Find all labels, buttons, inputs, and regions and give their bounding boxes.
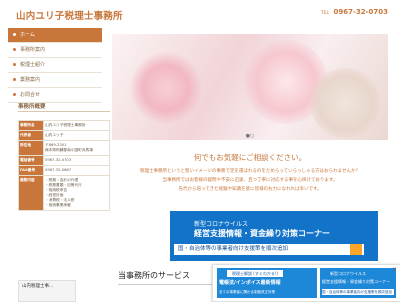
info-value: 山内ユリ子: [43, 130, 110, 141]
nav-item-office[interactable]: 事務所案内: [8, 43, 102, 58]
banner-title: 経営支援情報・資金繰り対策コーナー: [194, 229, 330, 238]
table-row: 事務所名 山内ユリ子税理士事務所: [18, 120, 110, 131]
intro-section: 何でもお気軽にご相談ください。 税理士事務所というと堅いイメージの事務で足を運ば…: [112, 152, 388, 194]
info-value: ・税務・会計の代理 ・税務書類・記帳代行 ・相続税申告 ・経営計画 ・消費税・法…: [43, 175, 110, 211]
table-row: FAX番号 0967-32-0867: [18, 165, 110, 176]
intro-line: 当事務所ではお客様の疑問や不安に迅速、且つ丁寧に対応する事を心掛けております。: [162, 178, 338, 183]
bullet-icon: [13, 93, 16, 96]
info-value: 0967-32-0703: [43, 155, 110, 166]
banner-cta[interactable]: 国・自治体等の事業者向け支援策を順次追加: [174, 244, 364, 255]
intro-headline: 何でもお気軽にご相談ください。: [193, 153, 307, 162]
office-summary-heading: 事務所概要: [18, 104, 46, 110]
info-value: 0967-32-0867: [43, 165, 110, 176]
info-key: 電話番号: [18, 155, 44, 166]
table-row: 業務内容 ・税務・会計の代理 ・税務書類・記帳代行 ・相続税申告 ・経営計画 ・消…: [18, 175, 110, 211]
bullet-icon: [13, 48, 16, 51]
info-key: 業務内容: [18, 175, 44, 211]
info-key: 所在地: [18, 140, 44, 156]
popup-title: 経営支援情報・資金繰り対策コーナー: [322, 279, 390, 284]
hero-image: [112, 34, 388, 140]
sidebar-nav: ホーム 事務所案内 税理士紹介 業務案内 お問合せ: [8, 28, 102, 103]
popup-cta: 国・自治体等の事業者向け支援策を順次追加: [322, 289, 394, 295]
nav-item-contact[interactable]: お問合せ: [8, 88, 102, 103]
sidebar-map-box[interactable]: 山内税理士事...: [18, 280, 76, 302]
sidebar-box-title: 山内税理士事...: [22, 284, 54, 289]
arrow-right-icon: [350, 244, 362, 255]
nav-label: 業務案内: [20, 77, 41, 83]
carousel-dots[interactable]: ●○: [112, 133, 388, 139]
table-row: 電話番号 0967-32-0703: [18, 155, 110, 166]
tel-label: TEL: [320, 11, 330, 16]
popup-subtitle: 新型コロナウイルス: [330, 271, 366, 276]
info-value: 〒869-2301 熊本県阿蘇郡南小国町赤馬場: [43, 140, 110, 156]
flower-decoration: [310, 68, 380, 138]
floating-banner-popup: 税理士解説 (すぐわかる!) 電帳法/インボイス最新情報 全ての事業者に関わる制…: [212, 264, 400, 302]
tel-number: 0967-32-0703: [333, 8, 388, 16]
nav-item-home[interactable]: ホーム: [8, 28, 102, 43]
covid-support-banner[interactable]: 新型コロナウイルス 経営支援情報・資金繰り対策コーナー 国・自治体等の事業者向け…: [170, 211, 378, 261]
nav-label: ホーム: [20, 32, 35, 38]
flower-decoration: [130, 52, 202, 124]
site-title[interactable]: 山内ユリ子税理士事務所: [16, 8, 123, 22]
popup-subtitle: 全ての事業者に関わる制度改正対策: [219, 290, 275, 294]
banner-subtitle: 新型コロナウイルス: [194, 221, 249, 228]
nav-item-services[interactable]: 業務案内: [8, 73, 102, 88]
office-info-table: 事務所名 山内ユリ子税理士事務所 代表者 山内ユリ子 所在地 〒869-2301 熊本…: [18, 120, 110, 211]
nav-label: 事務所案内: [20, 47, 46, 53]
bullet-icon: [13, 78, 16, 81]
table-row: 所在地 〒869-2301 熊本県阿蘇郡南小国町赤馬場: [18, 140, 110, 156]
site-header: 山内ユリ子税理士事務所 TEL 0967-32-0703: [0, 0, 400, 26]
nav-label: 税理士紹介: [20, 62, 46, 68]
services-heading: 当事務所のサービス: [118, 271, 190, 280]
info-key: FAX番号: [18, 165, 44, 176]
info-key: 事務所名: [18, 120, 44, 131]
close-icon[interactable]: ×: [392, 267, 398, 273]
popup-banner-covid[interactable]: 新型コロナウイルス 経営支援情報・資金繰り対策コーナー 国・自治体等の事業者向け…: [320, 268, 396, 298]
nav-item-accountant[interactable]: 税理士紹介: [8, 58, 102, 73]
info-key: 代表者: [18, 130, 44, 141]
popup-banner-invoice[interactable]: 税理士解説 (すぐわかる!) 電帳法/インボイス最新情報 全ての事業者に関わる制…: [217, 268, 317, 298]
info-value: 山内ユリ子税理士事務所: [43, 120, 110, 131]
phone-number[interactable]: TEL 0967-32-0703: [321, 8, 388, 16]
bullet-icon: [13, 33, 16, 36]
table-row: 代表者 山内ユリ子: [18, 130, 110, 141]
popup-badge: 税理士解説 (すぐわかる!): [227, 270, 283, 277]
divider: [18, 111, 110, 112]
banner-cta-label: 国・自治体等の事業者向け支援策を順次追加: [178, 246, 289, 252]
bullet-icon: [13, 63, 16, 66]
nav-label: お問合せ: [20, 92, 41, 98]
intro-line: 税理士事務所というと堅いイメージの事務で足を運ばれるのをためらっていらっしゃる方…: [139, 169, 361, 174]
intro-line: 先代から培ってきた経験や知識を基に皆様のお力になれれば幸いです。: [178, 187, 322, 192]
popup-title: 電帳法/インボイス最新情報: [219, 280, 281, 286]
